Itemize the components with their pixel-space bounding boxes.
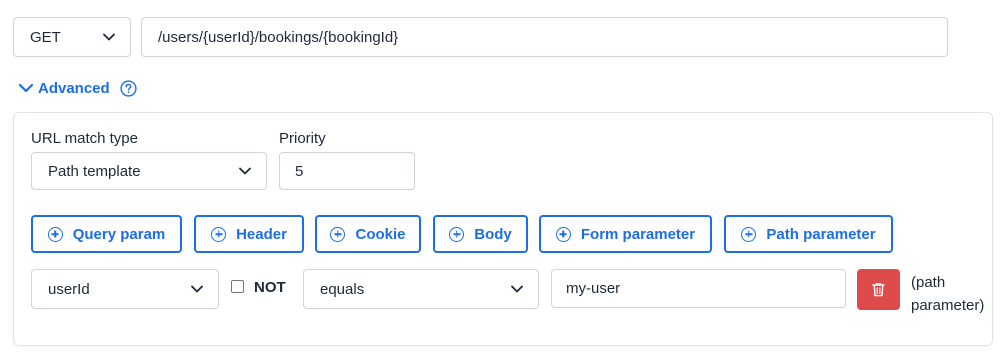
add-path-parameter-label: Path parameter (766, 225, 876, 243)
url-match-type-select[interactable]: Path template (31, 152, 267, 190)
add-body-label: Body (474, 225, 512, 243)
path-param-value: my-user (566, 280, 621, 297)
advanced-label: Advanced (38, 79, 110, 97)
url-match-type-value: Path template (48, 162, 141, 180)
add-query-param-label: Query param (72, 225, 166, 243)
question-circle-icon[interactable] (120, 79, 137, 97)
method-value: GET (30, 28, 61, 46)
path-param-name-select[interactable]: userId (31, 269, 219, 309)
plus-circle-icon (449, 226, 465, 242)
not-checkbox[interactable] (231, 280, 244, 293)
plus-circle-icon (741, 226, 757, 242)
priority-label: Priority (279, 130, 326, 147)
priority-input[interactable]: 5 (279, 152, 415, 190)
not-label: NOT (254, 279, 286, 296)
add-header-button[interactable]: Header (194, 215, 304, 253)
add-form-parameter-label: Form parameter (580, 225, 696, 243)
chevron-down-icon (510, 282, 524, 296)
trash-icon (872, 282, 885, 297)
add-form-parameter-button[interactable]: Form parameter (539, 215, 712, 253)
path-parameter-note: (path parameter) (911, 274, 985, 314)
operator-select[interactable]: equals (303, 269, 539, 309)
delete-button[interactable] (857, 269, 900, 310)
operator-value: equals (320, 280, 365, 298)
advanced-toggle[interactable]: Advanced (18, 76, 137, 100)
add-body-button[interactable]: Body (433, 215, 528, 253)
path-param-name-value: userId (48, 280, 90, 298)
add-header-label: Header (236, 225, 287, 243)
add-cookie-label: Cookie (355, 225, 406, 243)
chevron-down-icon (190, 282, 204, 296)
method-select[interactable]: GET (13, 17, 131, 57)
chevron-down-icon (238, 164, 252, 178)
url-input[interactable]: /users/{userId}/bookings/{bookingId} (141, 17, 948, 57)
plus-circle-icon (211, 226, 227, 242)
add-path-parameter-button[interactable]: Path parameter (724, 215, 893, 253)
url-match-type-label: URL match type (31, 130, 138, 147)
add-cookie-button[interactable]: Cookie (315, 215, 421, 253)
chevron-down-icon (18, 82, 34, 94)
priority-value: 5 (295, 162, 304, 180)
plus-circle-icon (330, 226, 346, 242)
add-query-param-button[interactable]: Query param (31, 215, 182, 253)
plus-circle-icon (555, 226, 571, 242)
url-value: /users/{userId}/bookings/{bookingId} (158, 28, 399, 46)
path-param-value-input[interactable]: my-user (551, 269, 846, 308)
chevron-down-icon (102, 30, 116, 44)
plus-circle-icon (47, 226, 63, 242)
